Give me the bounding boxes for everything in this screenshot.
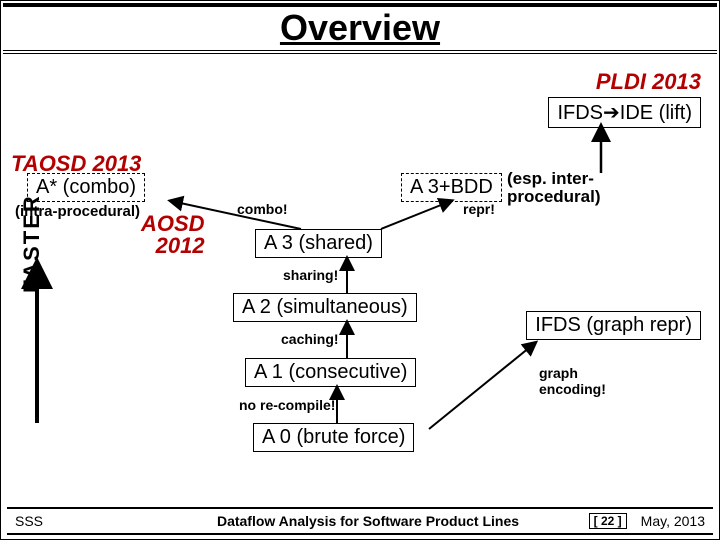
box-a1: A 1 (consecutive) — [245, 358, 416, 387]
footer-page: [ 22 ] — [589, 513, 627, 529]
box-a2: A 2 (simultaneous) — [233, 293, 417, 322]
title-bar: Overview — [3, 3, 717, 54]
annot-esp1: (esp. inter- — [507, 169, 594, 189]
annot-sharing: sharing! — [283, 267, 338, 283]
box-a3bdd: A 3+BDD — [401, 173, 502, 202]
annot-graphenc1: graph — [539, 365, 578, 381]
badge-pldi: PLDI 2013 — [596, 69, 701, 95]
annot-graphenc2: encoding! — [539, 381, 606, 397]
slide-title: Overview — [3, 7, 717, 49]
box-ifds-ide: IFDS➔IDE (lift) — [548, 97, 701, 128]
annot-repr: repr! — [463, 201, 495, 217]
badge-aosd-l2: 2012 — [156, 233, 205, 258]
box-a0: A 0 (brute force) — [253, 423, 414, 452]
footer-right: May, 2013 — [641, 513, 705, 529]
annot-norecompile: no re-compile! — [239, 397, 335, 413]
annot-esp2: procedural) — [507, 187, 601, 207]
faster-label: FASTER — [19, 194, 45, 293]
box-ifds-graph: IFDS (graph repr) — [526, 311, 701, 340]
footer: SSS Dataflow Analysis for Software Produ… — [7, 507, 713, 535]
badge-aosd: AOSD 2012 — [141, 213, 205, 257]
box-a3: A 3 (shared) — [255, 229, 382, 258]
annot-caching: caching! — [281, 331, 339, 347]
annot-combo: combo! — [237, 201, 288, 217]
